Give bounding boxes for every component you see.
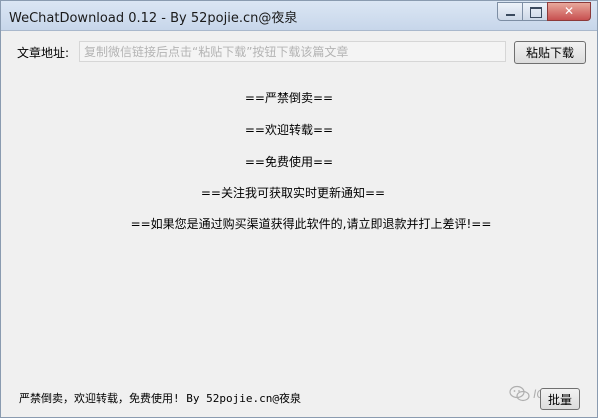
article-url-label: 文章地址: xyxy=(17,46,70,60)
paste-download-button[interactable]: 粘贴下载 xyxy=(514,41,586,64)
article-url-input[interactable] xyxy=(79,41,506,62)
title-bar[interactable]: WeChatDownload 0.12 - By 52pojie.cn@夜泉 ✕ xyxy=(1,1,597,31)
notice-no-resale: ==严禁倒卖== xyxy=(244,91,334,105)
close-button[interactable]: ✕ xyxy=(547,2,591,21)
notice-free-use: ==免费使用== xyxy=(244,155,334,169)
batch-download-button[interactable]: 批量 xyxy=(540,388,580,410)
app-window: WeChatDownload 0.12 - By 52pojie.cn@夜泉 ✕… xyxy=(0,0,598,418)
maximize-icon xyxy=(530,7,542,18)
maximize-button[interactable] xyxy=(522,2,548,21)
notice-welcome-share: ==欢迎转载== xyxy=(244,123,334,137)
minimize-button[interactable] xyxy=(497,2,523,21)
notice-refund-warning: ==如果您是通过购买渠道获得此软件的,请立即退款并打上差评!== xyxy=(130,217,492,231)
footer-status-text: 严禁倒卖，欢迎转载，免费使用! By 52pojie.cn@夜泉 xyxy=(19,392,301,405)
minimize-icon xyxy=(506,14,515,16)
caption-buttons: ✕ xyxy=(497,2,591,21)
window-title: WeChatDownload 0.12 - By 52pojie.cn@夜泉 xyxy=(9,11,298,26)
notice-follow-updates: ==关注我可获取实时更新通知== xyxy=(200,186,386,200)
wechat-logo-icon xyxy=(509,385,531,403)
close-icon: ✕ xyxy=(563,4,575,18)
